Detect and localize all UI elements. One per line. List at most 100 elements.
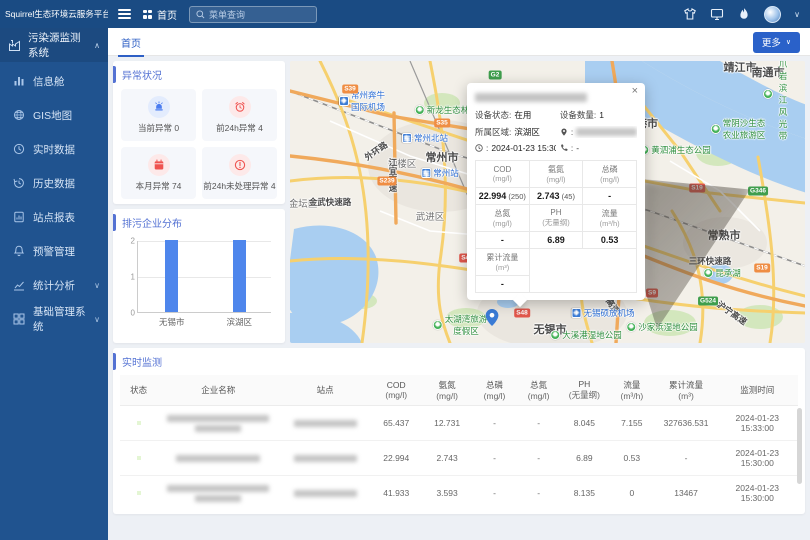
sidebar: Squirrel生态环境云服务平台 污染源监测系统 ∧ 信息舱GIS地图实时数据… [0, 0, 108, 540]
user-menu-caret-icon[interactable]: ∨ [794, 10, 800, 19]
status-card[interactable]: 本月异常 74 [121, 147, 196, 199]
calendar-icon [148, 154, 170, 176]
metric-header: 总磷(mg/l) [583, 161, 637, 188]
column-unit: (mg/l) [424, 391, 471, 401]
enterprise-distribution-title: 排污企业分布 [113, 209, 285, 235]
status-cell [120, 441, 157, 476]
more-button-label: 更多 [762, 35, 781, 49]
table-scrollbar[interactable] [797, 408, 802, 484]
user-avatar[interactable] [764, 6, 781, 23]
value-cell: 8.045 [561, 406, 608, 441]
colon: : [571, 143, 573, 153]
table-row[interactable]: 41.9333.593--8.1350134672024-01-23 15:30… [120, 476, 798, 511]
theme-skin-icon[interactable] [683, 7, 697, 21]
station-marker-pin[interactable] [486, 309, 499, 329]
table-row[interactable]: 65.43712.731--8.0457.155327636.5312024-0… [120, 406, 798, 441]
sidebar-item-dashboard[interactable]: 信息舱 [0, 64, 108, 98]
status-card[interactable]: 前24h异常 4 [202, 89, 277, 141]
gis-map[interactable]: 靖江市南通市港市常州市常熟市无锡市钟楼区金坛区武进区滨湖区金武快速路三环快速路外… [290, 61, 805, 343]
status-card-label: 前24h未处理异常 4 [203, 180, 275, 192]
popup-close-icon[interactable]: × [632, 86, 638, 97]
column-unit: (mg/l) [475, 391, 515, 401]
metric-number: - [608, 191, 611, 201]
status-card[interactable]: 前24h未处理异常 4 [202, 147, 277, 199]
value-cell: 0 [608, 476, 655, 511]
colon: : [486, 143, 488, 153]
alarm-clock-icon [229, 96, 251, 118]
layout-screen-icon[interactable] [710, 7, 724, 21]
sidebar-item-globe[interactable]: GIS地图 [0, 98, 108, 132]
stats-icon [13, 279, 25, 291]
value-cell: 6.89 [561, 441, 608, 476]
left-column: 异常状况 当前异常 0前24h异常 4本月异常 74前24h未处理异常 4 排污… [113, 61, 285, 343]
station-cell [279, 406, 371, 441]
sidebar-item-history[interactable]: 历史数据 [0, 166, 108, 200]
warning-icon [229, 154, 251, 176]
station-name-redacted [475, 93, 587, 102]
sidebar-item-bell[interactable]: 预警管理 [0, 234, 108, 268]
tab-home[interactable]: 首页 [118, 28, 144, 57]
status-card[interactable]: 当前异常 0 [121, 89, 196, 141]
sidebar-item-report[interactable]: 站点报表 [0, 200, 108, 234]
metric-value: - [476, 232, 530, 249]
main-area: 首页 菜单查询 ∨ 首页 [108, 0, 810, 540]
column-unit: (mg/l) [373, 390, 420, 400]
column-name: 总氮 [530, 380, 547, 390]
metric-header: 氨氮(mg/l) [529, 161, 583, 188]
more-button[interactable]: 更多 ∨ [753, 32, 800, 53]
metric-header: 累计流量(m³) [476, 249, 530, 276]
region-value: 滨湖区 [514, 126, 540, 138]
chevron-down-icon: ∨ [94, 281, 100, 290]
sidebar-section-pollution-monitoring[interactable]: 污染源监测系统 ∧ [0, 28, 108, 62]
chart-xtick-label: 滨湖区 [226, 316, 252, 328]
popup-metrics-table: COD(mg/l)氨氮(mg/l)总磷(mg/l)22.994 (250)2.7… [475, 160, 637, 293]
sidebar-item-label: 信息舱 [33, 74, 65, 89]
hamburger-menu-icon[interactable] [118, 9, 131, 19]
column-name: 流量 [623, 380, 640, 390]
content: 异常状况 当前异常 0前24h异常 4本月异常 74前24h未处理异常 4 排污… [108, 56, 810, 540]
realtime-monitoring-title: 实时监测 [113, 348, 805, 374]
value-cell: 0.53 [608, 441, 655, 476]
tabbar: 首页 更多 ∨ [108, 28, 810, 56]
company-name-redacted [159, 415, 277, 432]
table-row[interactable]: 22.9942.743--6.890.53-2024-01-23 15:30:0… [120, 441, 798, 476]
value-cell: - [473, 406, 517, 441]
topbar-home-link[interactable]: 首页 [143, 7, 177, 22]
metric-header: 流量(m³/h) [583, 205, 637, 232]
sidebar-item-label: 历史数据 [33, 176, 75, 191]
sidebar-item-stats[interactable]: 统计分析∨ [0, 268, 108, 302]
clock-icon [475, 144, 483, 152]
metric-number: 6.89 [547, 235, 565, 245]
station-name-redacted [281, 455, 369, 462]
value-cell: 2024-01-23 15:33:00 [717, 406, 798, 441]
location-pin-icon [560, 128, 568, 136]
metric-header: COD(mg/l) [476, 161, 530, 188]
system-icon [13, 313, 25, 325]
value-cell: 327636.531 [656, 406, 717, 441]
status-card-label: 本月异常 74 [136, 180, 182, 192]
company-name-redacted [159, 455, 277, 462]
metric-value: 6.89 [529, 232, 583, 249]
company-name-redacted [159, 485, 277, 502]
device-count-label: 设备数量: [560, 109, 596, 121]
company-name-cell [157, 476, 279, 511]
value-cell: 12.731 [422, 406, 473, 441]
chevron-down-icon: ∨ [786, 38, 791, 46]
company-name-cell [157, 441, 279, 476]
menu-search-input[interactable]: 菜单查询 [189, 6, 317, 23]
dashboard-icon [13, 75, 25, 87]
column-header: 氨氮(mg/l) [422, 375, 473, 406]
station-name-redacted [281, 420, 369, 427]
column-unit: (m³) [658, 391, 715, 401]
realtime-monitoring-panel: 实时监测 状态企业名称站点COD(mg/l)氨氮(mg/l)总磷(mg/l)总氮… [113, 348, 805, 514]
sidebar-item-system[interactable]: 基础管理系统∨ [0, 302, 108, 336]
flame-icon[interactable] [737, 7, 751, 21]
column-name: COD [387, 380, 406, 390]
value-cell: 65.437 [371, 406, 422, 441]
value-cell: 22.994 [371, 441, 422, 476]
value-cell: - [473, 476, 517, 511]
sidebar-item-clock[interactable]: 实时数据 [0, 132, 108, 166]
column-header: 总氮(mg/l) [517, 375, 561, 406]
sidebar-item-label: 站点报表 [33, 210, 75, 225]
region-label: 所属区域: [475, 126, 511, 138]
